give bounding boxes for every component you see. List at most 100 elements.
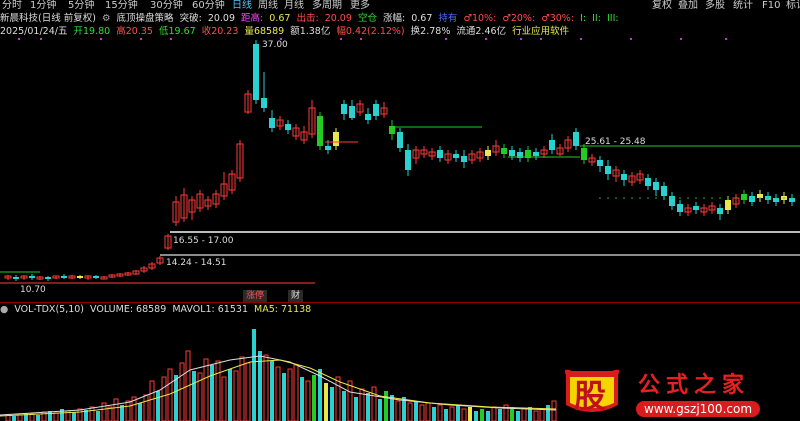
gear-icon[interactable]: ⚙ [102, 13, 111, 24]
btn-restore[interactable]: 复权 [652, 0, 672, 12]
vol-indicator-name[interactable]: VOL-TDX(5,10) [14, 304, 84, 315]
signal-dot [580, 38, 582, 40]
signal-iii: III: [606, 13, 619, 24]
btn-multistock[interactable]: 多股 [705, 0, 725, 12]
volume-bar [546, 405, 550, 421]
volume-bar [24, 413, 28, 421]
btn-overlay[interactable]: 叠加 [678, 0, 698, 12]
candle-body [549, 140, 555, 150]
quote-high: 高20.35 [116, 26, 153, 37]
dot-marker [703, 197, 705, 199]
tab-weekly[interactable]: 周线 [258, 0, 278, 12]
vol-mavol1: MAVOL1: 61531 [172, 304, 248, 315]
volume-bar [491, 406, 497, 421]
mid-level-label: 16.55 - 17.00 [173, 236, 234, 246]
candle-body [453, 154, 459, 158]
volume-bar [521, 408, 527, 421]
signal-hold: 持有 [438, 13, 458, 24]
low-level-label: 14.24 - 14.51 [166, 258, 227, 268]
btn-mark[interactable]: 标记 [786, 0, 800, 12]
dot-marker [735, 197, 737, 199]
candle-body [253, 44, 259, 100]
breakout-label: 突破: [179, 13, 202, 24]
candle-body [420, 149, 428, 155]
candle-body [428, 151, 436, 157]
limit-up-tag[interactable]: 涨停 [243, 290, 268, 302]
candle-body [773, 198, 779, 202]
volume-bar [41, 411, 47, 421]
distance-value: 0.67 [269, 13, 291, 24]
rise-value: 0.67 [411, 13, 433, 24]
mavol1-line [0, 355, 557, 416]
quote-date: 2025/01/24/五 [0, 26, 68, 37]
quote-float: 流通2.46亿 [456, 26, 507, 37]
volume-bar [107, 406, 113, 421]
quote-industry: 行业应用软件 [512, 26, 570, 37]
dot-marker [727, 197, 729, 199]
volume-bar [516, 411, 520, 421]
tab-30min[interactable]: 30分钟 [150, 0, 183, 12]
volume-bar [342, 391, 346, 421]
candle-body [677, 204, 683, 212]
volume-bar [197, 372, 203, 421]
candle-body [636, 173, 644, 181]
candle-body [749, 196, 755, 202]
tab-60min[interactable]: 60分钟 [192, 0, 225, 12]
volume-bar [138, 403, 142, 421]
candle-body [285, 124, 291, 130]
signal-dot [520, 38, 522, 40]
volume-bar [318, 369, 322, 421]
candle-body [356, 103, 364, 113]
tab-5min[interactable]: 5分钟 [68, 0, 94, 12]
dot-marker [743, 197, 745, 199]
btn-f10[interactable]: F10 [762, 0, 780, 12]
tab-daily[interactable]: 日线 [232, 0, 252, 12]
volume-bar [174, 375, 178, 421]
candle-body [20, 275, 28, 279]
financial-tag[interactable]: 财 [288, 290, 304, 302]
signal-dot [360, 38, 362, 40]
tab-multi[interactable]: 多周期 [312, 0, 342, 12]
tab-more[interactable]: 更多 [350, 0, 370, 12]
candle-body [492, 145, 500, 153]
candle-body [261, 98, 267, 108]
signal-dot [680, 38, 682, 40]
volume-bar [528, 407, 532, 421]
signal-dot [630, 38, 632, 40]
volume-bar [461, 408, 467, 421]
tab-1min[interactable]: 1分钟 [30, 0, 56, 12]
candle-body [517, 152, 523, 158]
candle-body [669, 196, 675, 206]
strategy-name: 底顶操盘策略 [116, 13, 174, 24]
candle-body [180, 194, 188, 219]
volume-bar [390, 395, 394, 421]
candle-body [244, 93, 252, 113]
dot-marker [719, 197, 721, 199]
tab-fenshi[interactable]: 分时 [2, 0, 22, 12]
candle-body [228, 173, 236, 191]
candle-body [156, 257, 164, 264]
candlestick-chart[interactable] [0, 0, 800, 421]
volume-bar [371, 386, 377, 421]
volume-bar [312, 375, 316, 421]
candle-body [36, 276, 44, 280]
peak-price-label: 37.00 [262, 40, 288, 50]
tab-15min[interactable]: 15分钟 [105, 0, 138, 12]
volume-indicator-header: ● VOL-TDX(5,10) VOLUME: 68589 MAVOL1: 61… [0, 304, 314, 316]
quote-line: 2025/01/24/五 开19.80 高20.35 低19.67 收20.23… [0, 26, 572, 38]
btn-stats[interactable]: 统计 [733, 0, 753, 12]
dot-marker [631, 197, 633, 199]
volume-bar [89, 406, 95, 421]
indicator-icon[interactable]: ● [0, 304, 8, 315]
tab-monthly[interactable]: 月线 [284, 0, 304, 12]
signal-dot [18, 38, 20, 40]
resistance-level-label: 25.61 - 25.48 [585, 137, 646, 147]
volume-bar [239, 356, 245, 421]
volume-bar [432, 407, 436, 421]
volume-bar [149, 380, 155, 421]
dot-marker [623, 197, 625, 199]
quote-amount: 额1.38亿 [290, 26, 331, 37]
volume-bar [359, 388, 365, 421]
candle-body [164, 235, 172, 249]
exit-label: 出击: [296, 13, 319, 24]
